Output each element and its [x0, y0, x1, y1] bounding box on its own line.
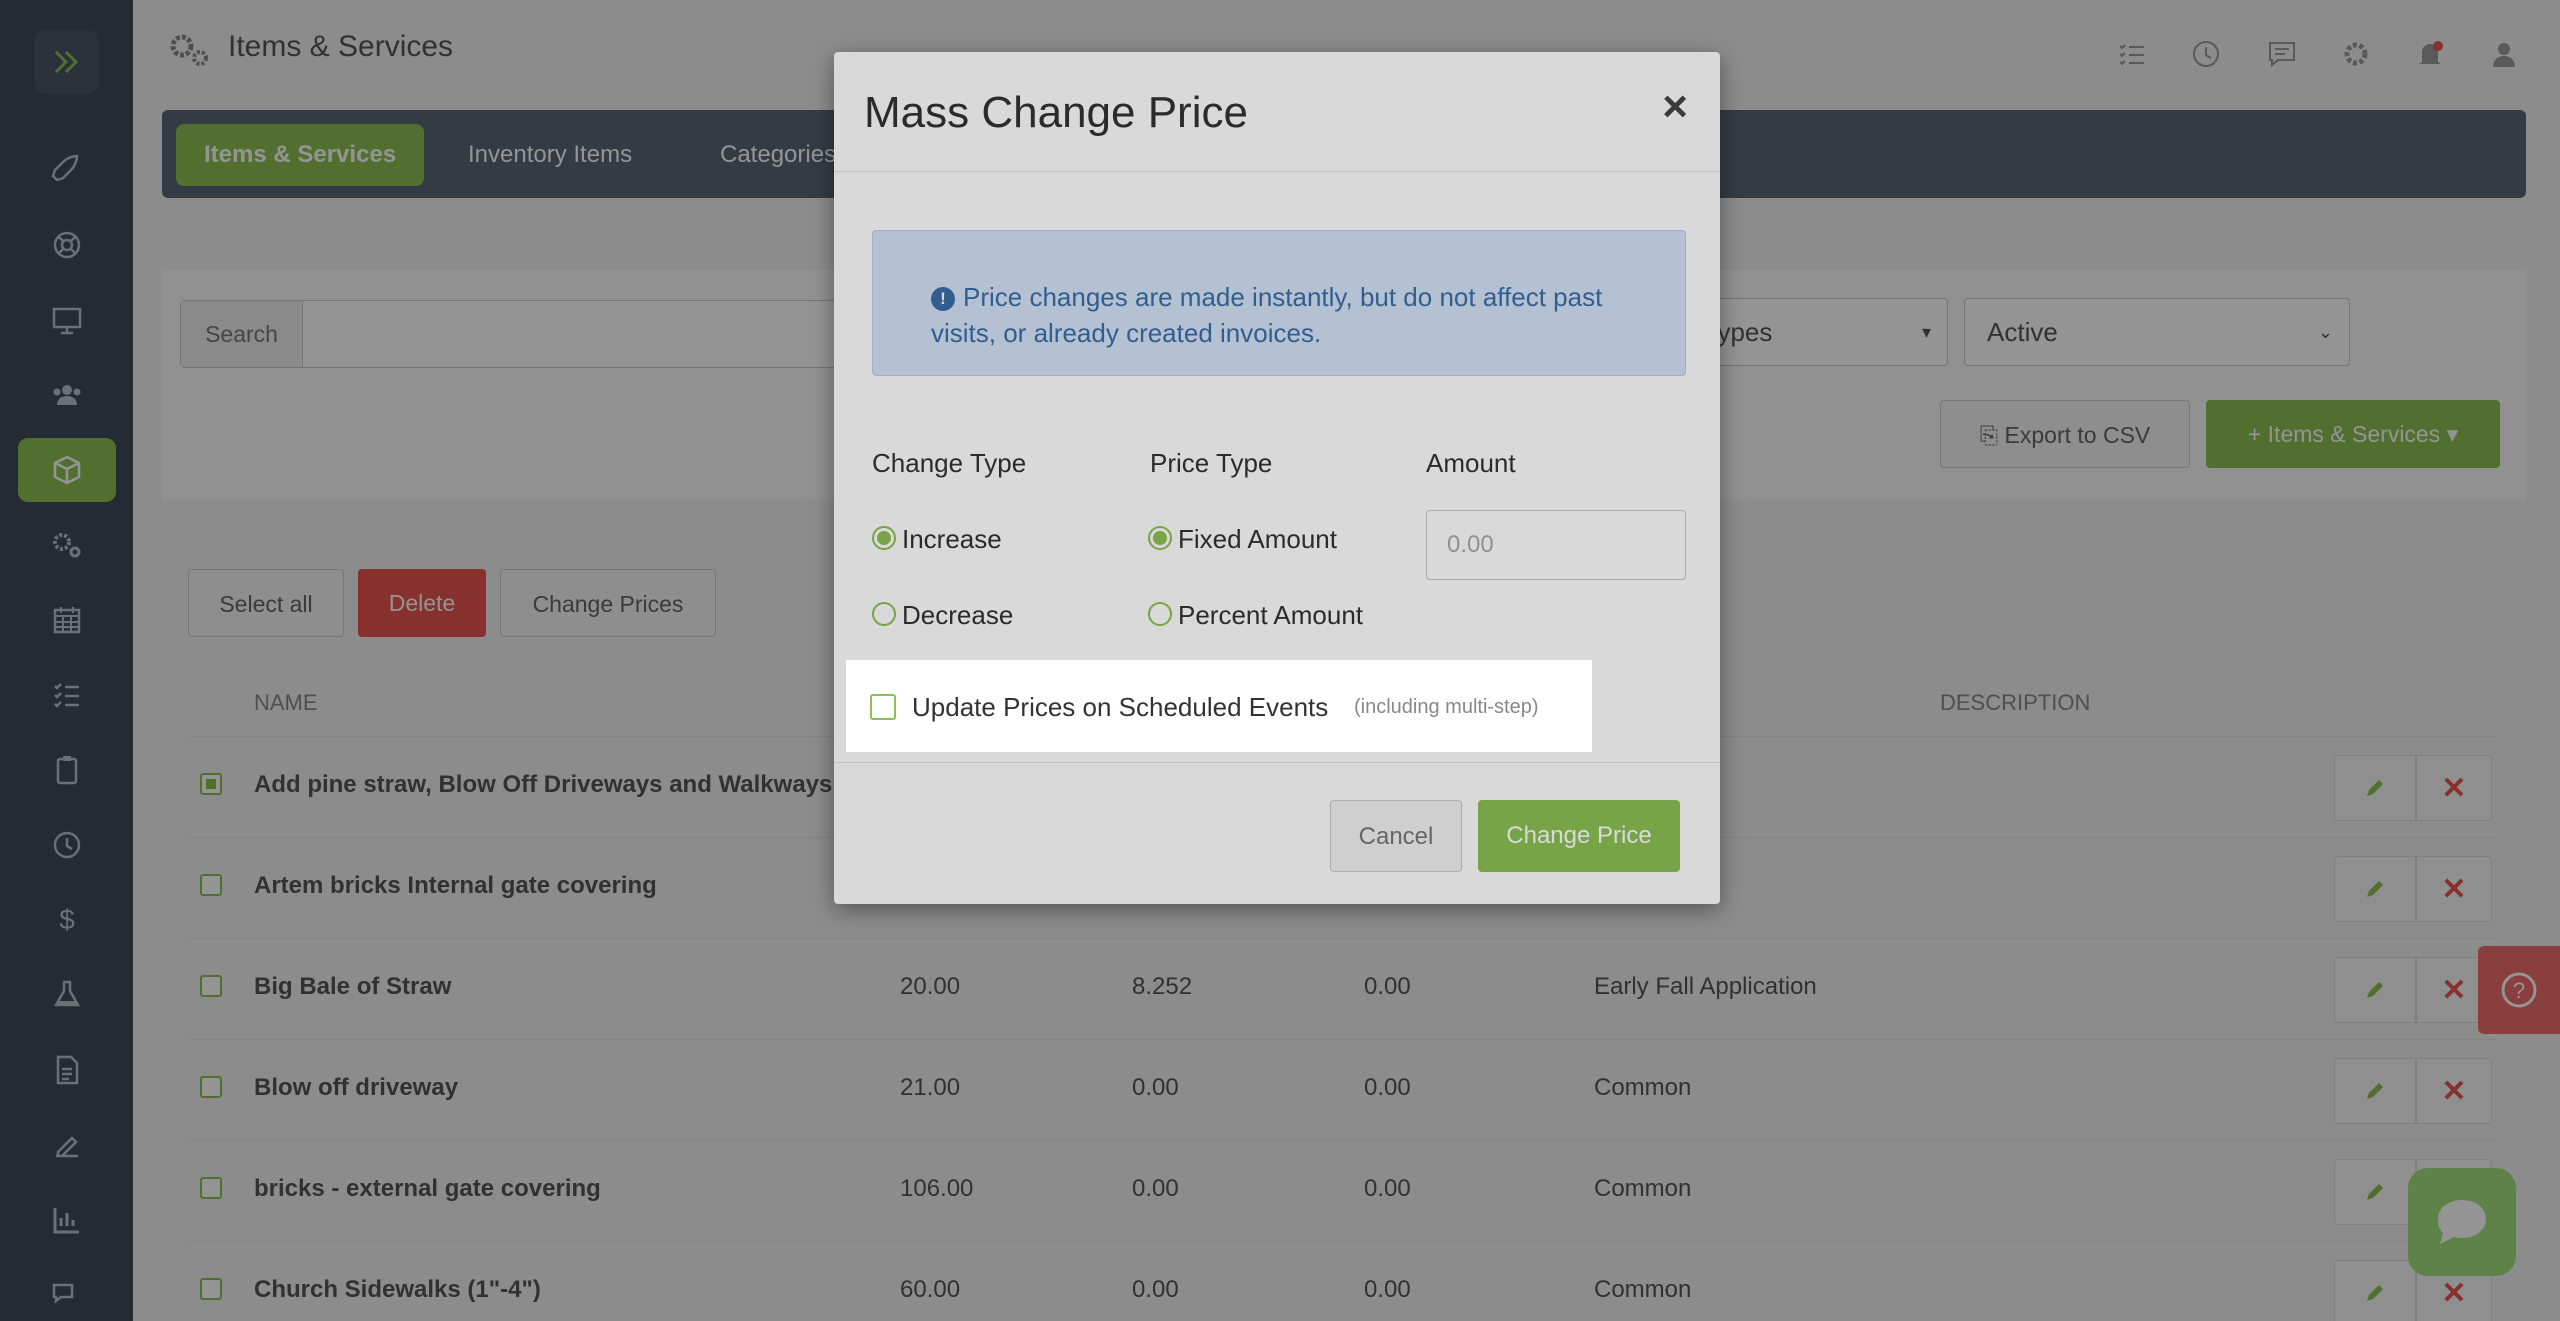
- update-scheduled-checkbox[interactable]: [870, 694, 896, 720]
- amount-input[interactable]: 0.00: [1426, 510, 1686, 580]
- info-alert: ! Price changes are made instantly, but d…: [872, 230, 1686, 376]
- decrease-radio[interactable]: [872, 602, 896, 626]
- update-scheduled-label[interactable]: Update Prices on Scheduled Events: [912, 692, 1328, 723]
- close-icon[interactable]: ×: [1662, 82, 1688, 132]
- change-type-label: Change Type: [872, 448, 1027, 478]
- modal-header: Mass Change Price ×: [834, 52, 1720, 172]
- info-alert-text: Price changes are made instantly, but do…: [931, 282, 1603, 348]
- decrease-label[interactable]: Decrease: [902, 600, 1013, 631]
- amount-label: Amount: [1426, 448, 1516, 478]
- increase-label[interactable]: Increase: [902, 524, 1002, 555]
- exclamation-circle-icon: !: [931, 287, 955, 311]
- percent-amount-radio[interactable]: [1148, 602, 1172, 626]
- fixed-amount-radio[interactable]: [1148, 526, 1172, 550]
- cancel-button[interactable]: Cancel: [1330, 800, 1462, 872]
- update-scheduled-option[interactable]: Update Prices on Scheduled Events (inclu…: [846, 660, 1592, 752]
- modal-title: Mass Change Price: [864, 88, 1248, 137]
- change-price-button[interactable]: Change Price: [1478, 800, 1680, 872]
- percent-amount-label[interactable]: Percent Amount: [1178, 600, 1363, 631]
- price-type-label: Price Type: [1150, 448, 1273, 478]
- mass-change-price-modal: Mass Change Price × ! Price changes are m…: [834, 52, 1720, 904]
- fixed-amount-label[interactable]: Fixed Amount: [1178, 524, 1337, 555]
- increase-radio[interactable]: [872, 526, 896, 550]
- update-scheduled-note: (including multi-step): [1354, 696, 1539, 718]
